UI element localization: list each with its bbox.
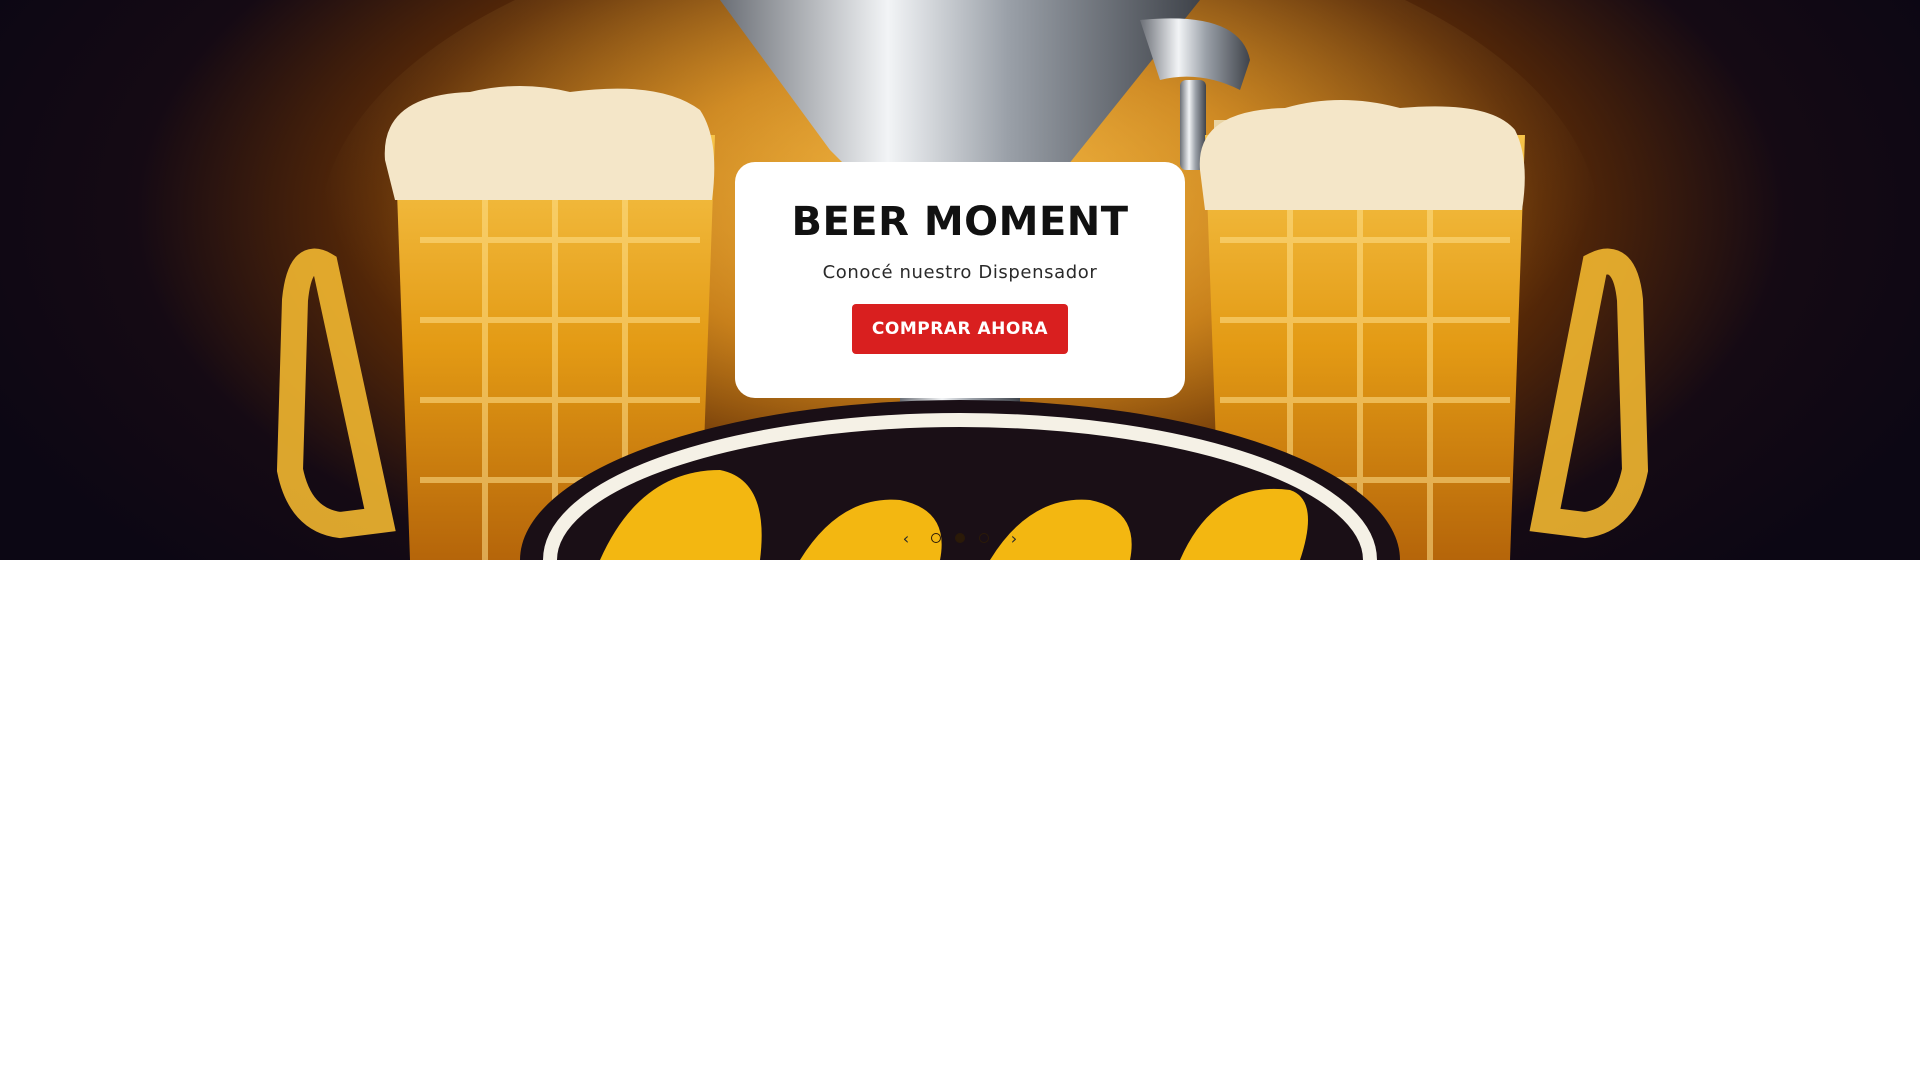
slide-dot-3[interactable]: [979, 533, 989, 543]
page-main-area: [0, 560, 1920, 1080]
slide-dot-2[interactable]: [955, 533, 965, 543]
buy-now-button[interactable]: COMPRAR AHORA: [852, 304, 1068, 354]
hero-slideshow: BEER MOMENT Conocé nuestro Dispensador C…: [0, 0, 1920, 560]
slider-controls: ‹ ›: [880, 526, 1040, 550]
slide-title: BEER MOMENT: [791, 199, 1129, 245]
slide-dot-1[interactable]: [931, 533, 941, 543]
slide-content-card: BEER MOMENT Conocé nuestro Dispensador C…: [735, 162, 1185, 398]
chevron-left-icon[interactable]: ‹: [895, 527, 917, 549]
slide-subtitle: Conocé nuestro Dispensador: [822, 262, 1098, 283]
chevron-right-icon[interactable]: ›: [1003, 527, 1025, 549]
